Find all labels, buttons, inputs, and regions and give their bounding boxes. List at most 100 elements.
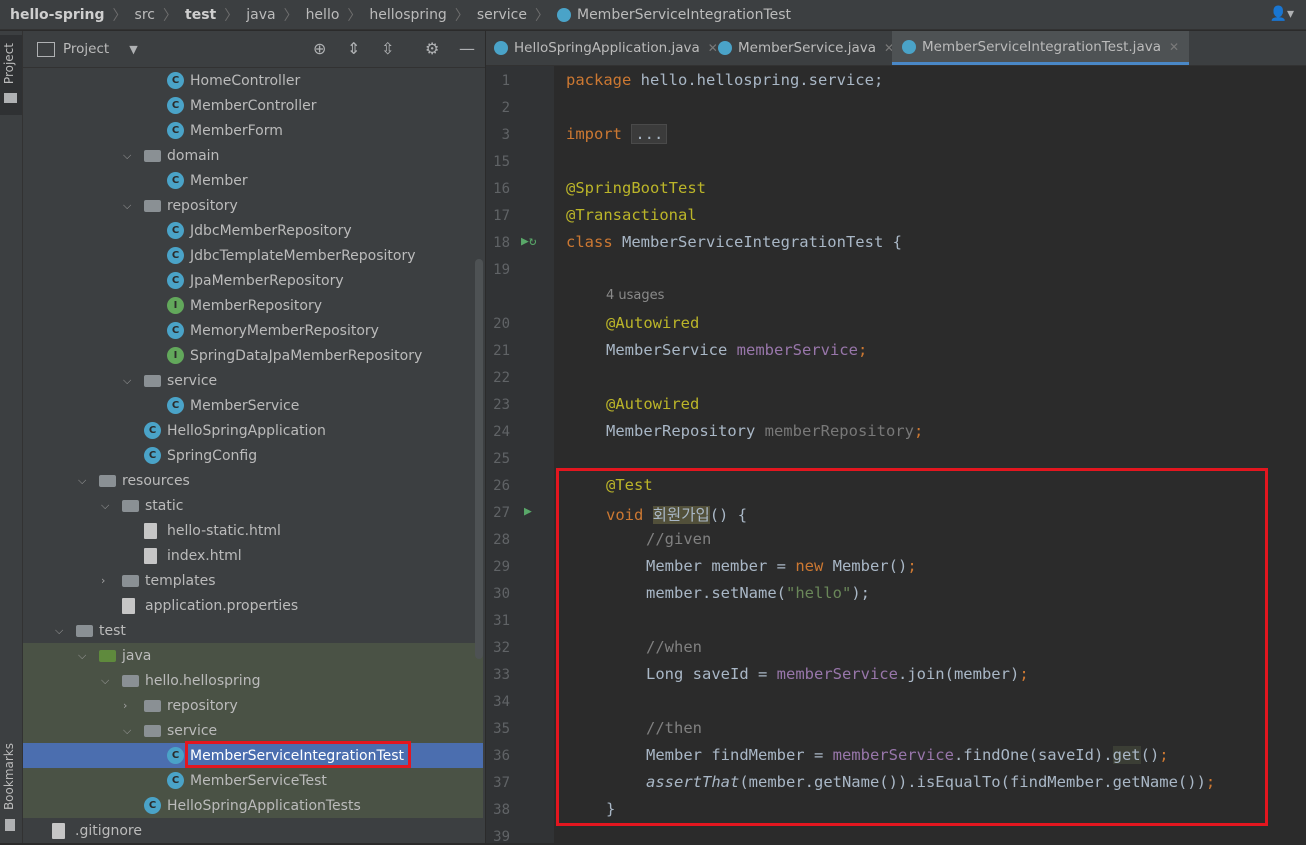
chevron-down-icon[interactable]: ▼ (129, 43, 137, 56)
editor-tab-bar: HelloSpringApplication.java ✕ MemberServ… (486, 31, 1306, 66)
class-icon (718, 41, 732, 55)
tab-member-service-integration-test[interactable]: MemberServiceIntegrationTest.java ✕ (892, 31, 1190, 65)
breadcrumb-item[interactable]: service (477, 7, 527, 23)
tab-hello-spring-application[interactable]: HelloSpringApplication.java ✕ (494, 31, 718, 65)
package-icon (144, 700, 161, 712)
tree-item[interactable]: I SpringDataJpaMemberRepository (23, 343, 483, 368)
line-number: 28 (493, 532, 510, 548)
tree-item[interactable]: I MemberRepository (23, 293, 483, 318)
tree-item[interactable]: ⌵ test (23, 618, 483, 643)
code-editor[interactable]: 1 2 3 15 16 17 18 19 20 21 22 23 24 25 26 27 28 29 30 31 32 3… (486, 66, 1306, 845)
panel-title[interactable]: Project (63, 41, 109, 57)
chevron-down-icon[interactable]: ⌵ (78, 649, 86, 663)
tree-item-label: MemberService (190, 397, 300, 414)
tree-item-label: MemberController (190, 97, 317, 114)
chevron-right-icon: 〉 (112, 7, 127, 24)
tree-item[interactable]: application.properties (23, 593, 483, 618)
breadcrumb-item[interactable]: test (185, 7, 216, 23)
tree-item-label: JpaMemberRepository (190, 272, 344, 289)
tree-item-label: repository (167, 197, 238, 214)
chevron-down-icon[interactable]: ⌵ (101, 499, 109, 513)
tree-item[interactable]: C MemberController (23, 93, 483, 118)
gitignore-icon (52, 822, 65, 839)
chevron-down-icon[interactable]: ⌵ (123, 374, 131, 388)
tree-item[interactable]: C MemberService (23, 393, 483, 418)
close-icon[interactable]: ✕ (708, 41, 718, 55)
breadcrumb-item[interactable]: hellospring (369, 7, 446, 23)
tree-item[interactable]: ⌵ service (23, 368, 483, 393)
close-icon[interactable]: ✕ (1169, 40, 1179, 54)
bookmarks-tool-tab[interactable]: Bookmarks (0, 741, 22, 841)
collapse-all-icon[interactable]: ⇳ (381, 39, 394, 58)
line-number: 16 (493, 181, 510, 197)
minimize-icon[interactable]: — (459, 39, 475, 58)
breadcrumb-item[interactable]: java (246, 7, 275, 23)
chevron-down-icon[interactable]: ⌵ (123, 199, 131, 213)
chevron-down-icon[interactable]: ⌵ (123, 724, 131, 738)
chevron-right-icon[interactable]: › (101, 574, 105, 587)
tree-item[interactable]: C JpaMemberRepository (23, 268, 483, 293)
tab-member-service[interactable]: MemberService.java ✕ (718, 31, 894, 65)
chevron-down-icon[interactable]: ⌵ (101, 674, 109, 688)
tree-item-label: HelloSpringApplication (167, 422, 326, 439)
class-icon: C (167, 397, 184, 414)
expand-all-icon[interactable]: ⇕ (347, 39, 360, 58)
tree-scrollbar[interactable] (475, 259, 483, 659)
tree-item[interactable]: C MemoryMemberRepository (23, 318, 483, 343)
html-icon (144, 522, 157, 539)
locate-icon[interactable]: ⊕ (313, 39, 326, 58)
project-tool-tab[interactable]: Project (0, 35, 22, 115)
tree-item[interactable]: index.html (23, 543, 483, 568)
tree-item[interactable]: .gitignore (23, 818, 483, 843)
tree-item[interactable]: ⌵ hello.hellospring (23, 668, 483, 693)
tree-item[interactable]: ⌵ repository (23, 193, 483, 218)
run-test-icon[interactable]: ▶↻ (521, 234, 537, 249)
tree-item[interactable]: › templates (23, 568, 483, 593)
line-number: 19 (493, 262, 510, 278)
tree-item[interactable]: ⌵ domain (23, 143, 483, 168)
class-icon (556, 7, 571, 22)
tree-item-label: java (122, 647, 152, 664)
chevron-down-icon[interactable]: ⌵ (78, 474, 86, 488)
line-number: 37 (493, 775, 510, 791)
tree-item-label: static (145, 497, 184, 514)
tree-item[interactable]: › repository (23, 693, 483, 718)
tree-item[interactable]: ⌵ java (23, 643, 483, 668)
breadcrumb-item[interactable]: MemberServiceIntegrationTest (577, 7, 791, 23)
breadcrumb-item[interactable]: hello-spring (10, 7, 105, 23)
chevron-down-icon[interactable]: ⌵ (123, 149, 131, 163)
run-icon[interactable]: ▶ (524, 504, 532, 519)
folded-imports[interactable]: ... (631, 124, 668, 144)
gear-icon[interactable]: ⚙ (425, 39, 439, 58)
folder-icon (4, 93, 17, 103)
breadcrumb-item[interactable]: hello (306, 7, 340, 23)
chevron-down-icon[interactable]: ⌵ (55, 624, 63, 638)
tree-item[interactable]: hello-static.html (23, 518, 483, 543)
tree-item[interactable]: ⌵ service (23, 718, 483, 743)
tree-item[interactable]: C MemberServiceIntegrationTest (23, 743, 483, 768)
chevron-right-icon[interactable]: › (123, 699, 127, 712)
tree-item[interactable]: C Member (23, 168, 483, 193)
tree-item[interactable]: C HomeController (23, 68, 483, 93)
project-panel-header: Project ▼ ⊕ ⇕ ⇳ ⚙ — (23, 31, 485, 68)
line-number: 18 (493, 235, 510, 251)
tree-item[interactable]: C HelloSpringApplicationTests (23, 793, 483, 818)
tree-item[interactable]: ⌵ static (23, 493, 483, 518)
code-line-21: MemberService memberService; (606, 341, 868, 359)
tree-item[interactable]: C HelloSpringApplication (23, 418, 483, 443)
tree-item[interactable]: C JdbcMemberRepository (23, 218, 483, 243)
tree-item[interactable]: C JdbcTemplateMemberRepository (23, 243, 483, 268)
breadcrumb-item[interactable]: src (135, 7, 155, 23)
tree-item-label: HomeController (190, 72, 301, 89)
usages-hint[interactable]: 4 usages (606, 288, 664, 303)
line-number: 35 (493, 721, 510, 737)
tree-item[interactable]: C SpringConfig (23, 443, 483, 468)
tree-item[interactable]: C MemberForm (23, 118, 483, 143)
package-icon (144, 375, 161, 387)
chevron-right-icon: 〉 (534, 7, 549, 24)
chevron-right-icon: 〉 (163, 7, 177, 24)
user-icon[interactable]: 👤▾ (1270, 6, 1294, 22)
tree-item[interactable]: C MemberServiceTest (23, 768, 483, 793)
package-icon (144, 725, 161, 737)
tree-item[interactable]: ⌵ resources (23, 468, 483, 493)
